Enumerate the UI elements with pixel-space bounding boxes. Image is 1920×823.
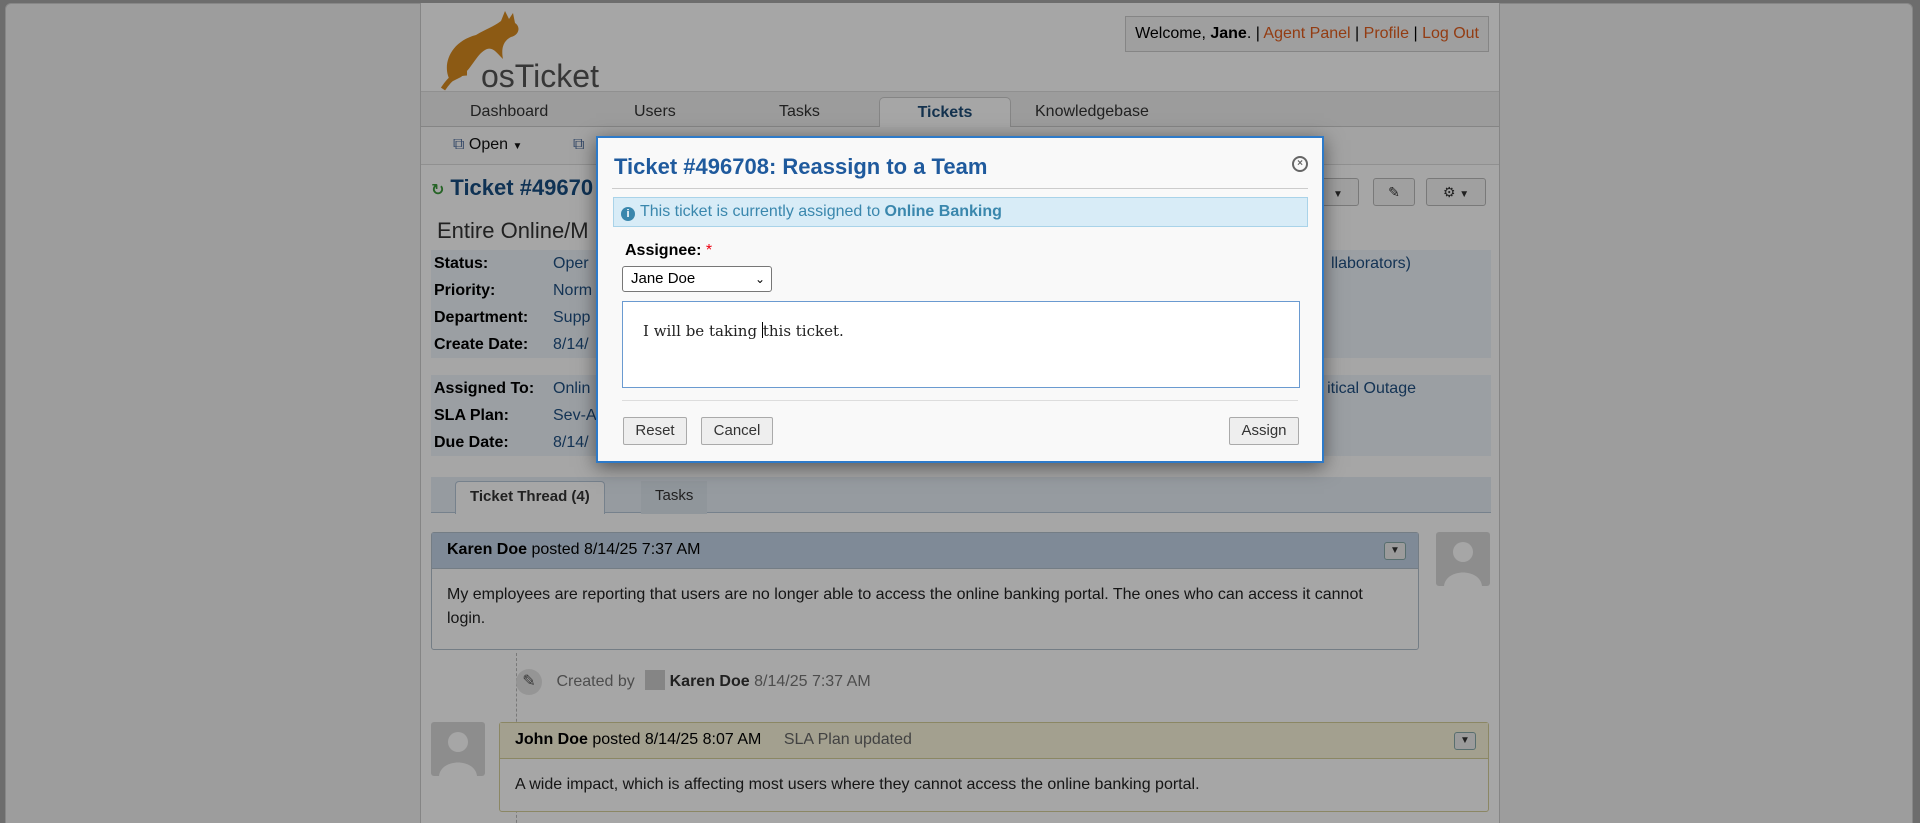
assignment-notice: i This ticket is currently assigned to On… — [613, 197, 1308, 227]
notice-text: This ticket is currently assigned to — [640, 203, 885, 220]
cancel-button[interactable]: Cancel — [701, 417, 773, 445]
assignee-label-text: Assignee: — [625, 242, 702, 259]
comment-text-before: I will be taking — [643, 322, 762, 340]
assignee-label: Assignee: * — [625, 242, 712, 260]
reassign-dialog: Ticket #496708: Reassign to a Team × i Th… — [596, 136, 1324, 463]
reset-button[interactable]: Reset — [623, 417, 687, 445]
assignee-select[interactable]: Jane Doe ⌄ — [622, 266, 772, 292]
divider — [622, 400, 1298, 401]
close-icon[interactable]: × — [1292, 156, 1308, 172]
chevron-down-icon: ⌄ — [754, 272, 765, 286]
comment-textarea[interactable]: I will be taking this ticket. — [622, 301, 1300, 388]
notice-team: Online Banking — [884, 203, 1002, 220]
info-icon: i — [621, 207, 635, 221]
divider — [612, 188, 1308, 189]
comment-text-after: this ticket. — [762, 322, 844, 340]
dialog-title: Ticket #496708: Reassign to a Team — [614, 154, 988, 179]
assign-button[interactable]: Assign — [1229, 417, 1299, 445]
assignee-selected-value: Jane Doe — [631, 270, 696, 287]
required-mark: * — [705, 242, 713, 259]
